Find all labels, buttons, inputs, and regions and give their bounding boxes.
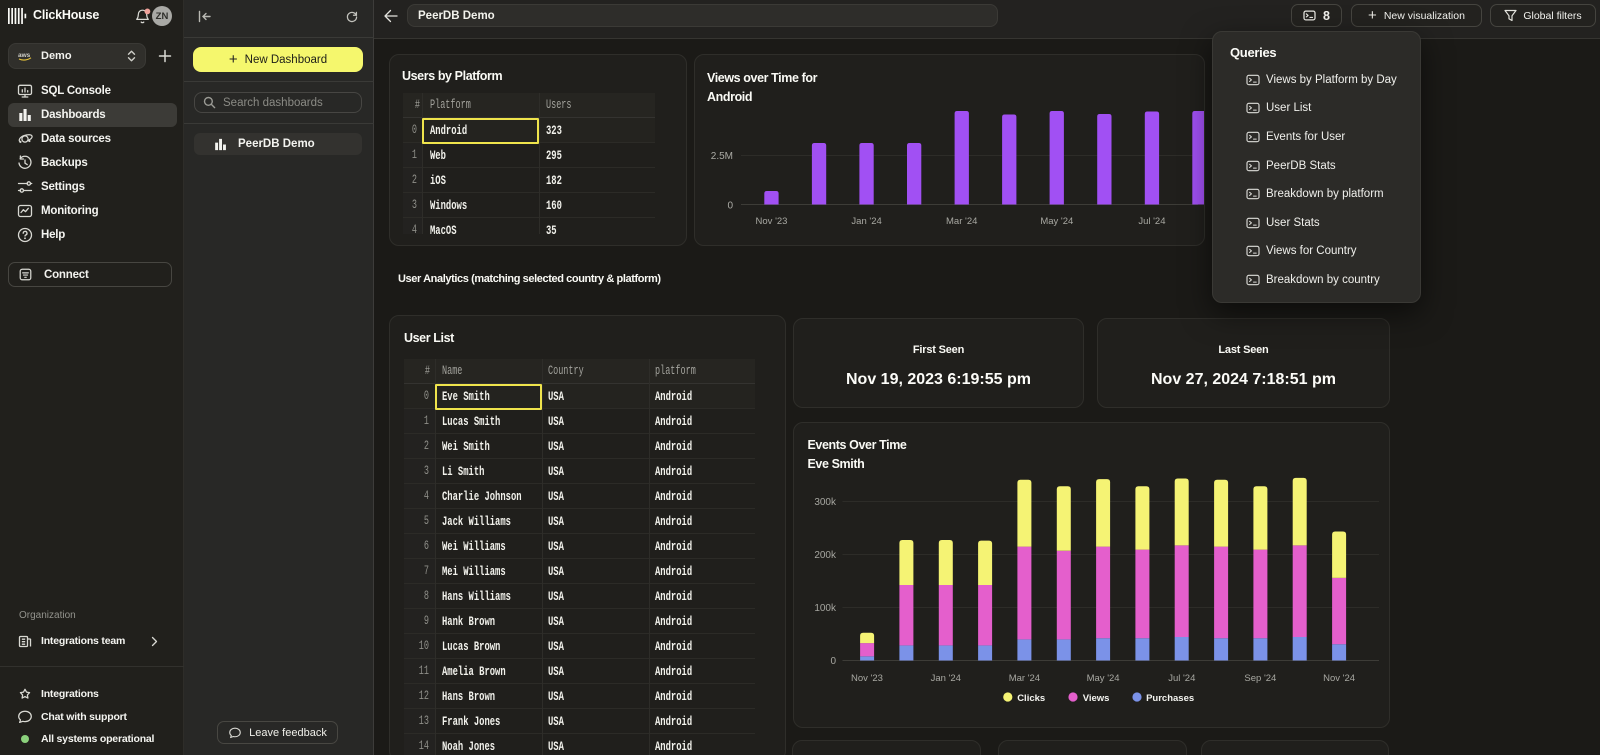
svg-text:100k: 100k <box>814 603 837 614</box>
svg-text:May '24: May '24 <box>1087 673 1120 684</box>
svg-text:Mar '24: Mar '24 <box>946 216 977 227</box>
svg-text:Sep '24: Sep '24 <box>1244 673 1276 684</box>
svg-text:2.5M: 2.5M <box>711 151 733 162</box>
svg-text:Jul '24: Jul '24 <box>1168 673 1195 684</box>
svg-text:May '24: May '24 <box>1040 216 1073 227</box>
svg-text:Jul '24: Jul '24 <box>1138 216 1165 227</box>
svg-text:0: 0 <box>727 201 733 212</box>
svg-text:Nov '24: Nov '24 <box>1323 673 1355 684</box>
svg-text:200k: 200k <box>814 550 837 561</box>
svg-text:Nov '23: Nov '23 <box>756 216 788 227</box>
svg-text:Mar '24: Mar '24 <box>1009 673 1040 684</box>
svg-text:300k: 300k <box>814 497 837 508</box>
svg-text:Purchases: Purchases <box>1146 693 1194 704</box>
svg-text:Nov '23: Nov '23 <box>851 673 883 684</box>
svg-text:aws: aws <box>18 52 31 59</box>
svg-text:Clicks: Clicks <box>1017 693 1045 704</box>
svg-text:Views: Views <box>1083 693 1110 704</box>
svg-text:Jan '24: Jan '24 <box>851 216 881 227</box>
svg-text:Jan '24: Jan '24 <box>931 673 961 684</box>
svg-text:0: 0 <box>830 656 836 667</box>
